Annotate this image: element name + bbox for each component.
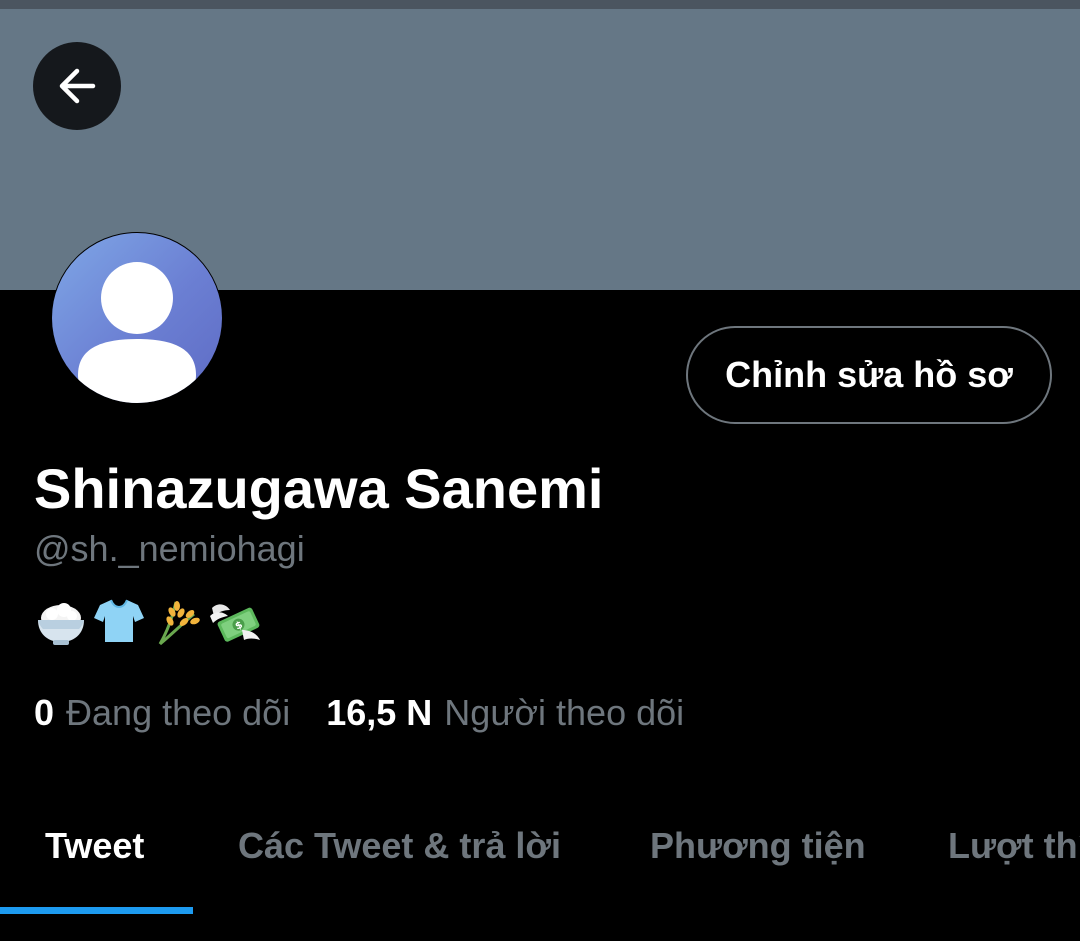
tab-tweets-and-replies[interactable]: Các Tweet & trả lời xyxy=(238,796,561,896)
following-label: Đang theo dõi xyxy=(66,692,291,733)
tab-likes[interactable]: Lượt thích xyxy=(948,796,1080,896)
money-with-wings-icon: $ xyxy=(210,604,260,642)
rice-sheaf-icon xyxy=(158,601,200,646)
arrow-left-icon xyxy=(59,68,96,104)
avatar[interactable] xyxy=(51,232,223,404)
bio: $ xyxy=(34,594,262,648)
display-name: Shinazugawa Sanemi xyxy=(34,457,604,520)
back-button[interactable] xyxy=(33,42,121,130)
following-count: 0 xyxy=(34,692,55,733)
profile-stats: 0 Đang theo dõi 16,5 N Người theo dõi xyxy=(34,690,684,736)
followers-count: 16,5 N xyxy=(326,692,433,733)
rice-bowl-icon xyxy=(38,603,84,645)
profile-tabs: Tweet Các Tweet & trả lời Phương tiện Lư… xyxy=(0,796,1080,914)
tab-tweets[interactable]: Tweet xyxy=(45,796,144,896)
followers-label: Người theo dõi xyxy=(444,692,685,733)
user-handle: @sh._nemiohagi xyxy=(34,528,305,569)
active-tab-indicator xyxy=(0,907,193,914)
edit-profile-button[interactable]: Chỉnh sửa hồ sơ xyxy=(686,326,1052,424)
t-shirt-icon xyxy=(94,599,144,642)
tab-media[interactable]: Phương tiện xyxy=(650,796,866,896)
followers-stat[interactable]: 16,5 N Người theo dõi xyxy=(326,692,684,734)
status-bar-strip xyxy=(0,0,1080,9)
profile-screen: Chỉnh sửa hồ sơ Shinazugawa Sanemi @sh._… xyxy=(0,0,1080,941)
following-stat[interactable]: 0 Đang theo dõi xyxy=(34,692,290,734)
default-avatar-icon xyxy=(52,233,222,403)
